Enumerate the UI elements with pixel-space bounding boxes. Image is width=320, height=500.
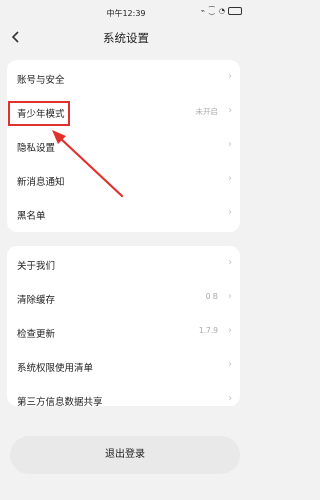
annotation-arrow-icon [52, 130, 124, 198]
